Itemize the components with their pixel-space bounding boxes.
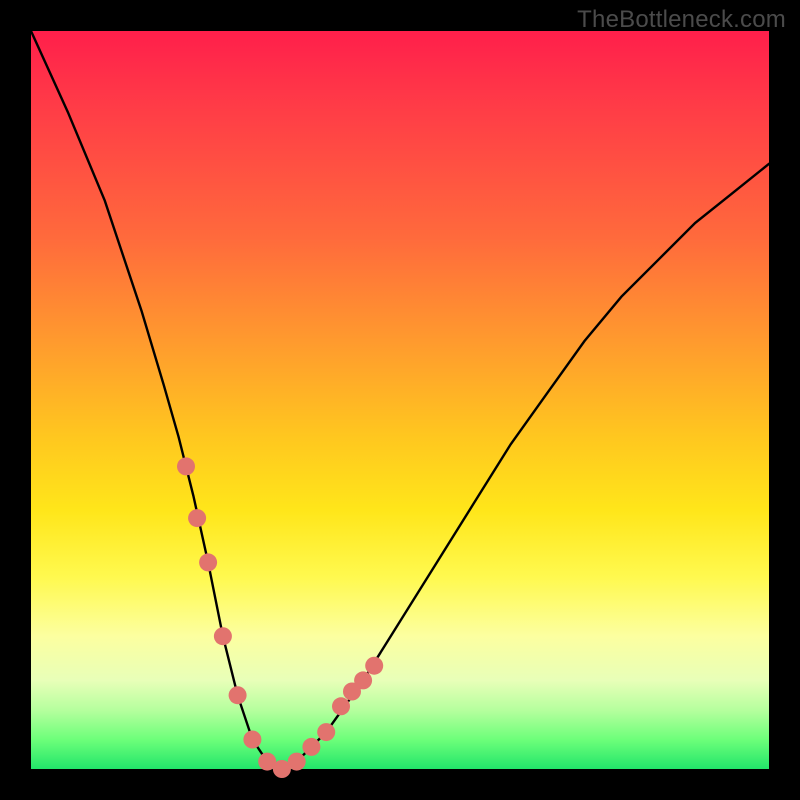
watermark-text: TheBottleneck.com (577, 6, 786, 34)
marker-dot (243, 731, 261, 749)
marker-dot (354, 671, 372, 689)
marker-dot (288, 753, 306, 771)
marker-dot (365, 657, 383, 675)
marker-dot (199, 553, 217, 571)
marker-dot (188, 509, 206, 527)
marker-dot (214, 627, 232, 645)
marker-dots-group (177, 457, 383, 778)
marker-dot (177, 457, 195, 475)
marker-dot (317, 723, 335, 741)
chart-area (31, 31, 769, 769)
bottleneck-curve (31, 31, 769, 769)
marker-dot (229, 686, 247, 704)
marker-dot (302, 738, 320, 756)
chart-svg (31, 31, 769, 769)
outer-frame: TheBottleneck.com (0, 0, 800, 800)
marker-dot (332, 697, 350, 715)
